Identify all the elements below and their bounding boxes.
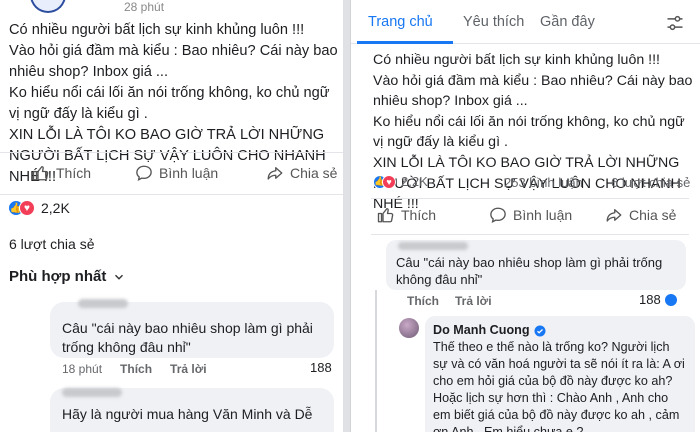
comment-like-button[interactable]: Thích bbox=[407, 294, 439, 308]
divider bbox=[0, 152, 343, 153]
thumbs-up-icon bbox=[377, 207, 394, 223]
comment-like-count: 188 bbox=[639, 292, 661, 307]
reply-author-row: Do Manh Cuong bbox=[433, 322, 687, 339]
divider bbox=[371, 198, 689, 199]
post-header: 28 phút bbox=[30, 0, 164, 14]
love-reaction-icon: ♥ bbox=[19, 200, 35, 216]
post-time: 28 phút bbox=[124, 0, 165, 14]
like-reaction-icon bbox=[664, 293, 677, 306]
comment-bubble: Hãy là người mua hàng Văn Minh và Dễ bbox=[50, 388, 334, 432]
tab-favorites[interactable]: Yêu thích bbox=[463, 14, 524, 30]
comment-like-button[interactable]: Thích bbox=[120, 362, 152, 376]
commenter-name-blurred bbox=[62, 388, 122, 397]
thumbs-up-icon bbox=[32, 165, 49, 181]
tab-recent[interactable]: Gần đây bbox=[540, 14, 595, 30]
comment-reply-button[interactable]: Trả lời bbox=[455, 294, 492, 308]
comment-icon bbox=[490, 207, 506, 223]
commenter-name-blurred bbox=[398, 242, 468, 250]
comment-reply-button[interactable]: Trả lời bbox=[170, 362, 207, 376]
comment-label: Bình luận bbox=[159, 165, 219, 181]
comment-actions: Thích Trả lời bbox=[407, 294, 492, 308]
like-button[interactable]: Thích bbox=[377, 206, 436, 224]
divider bbox=[371, 234, 689, 235]
comment-icon bbox=[136, 165, 152, 181]
comment-like-count: 188 bbox=[310, 360, 332, 375]
share-icon bbox=[267, 167, 283, 180]
like-label: Thích bbox=[56, 165, 92, 181]
chevron-down-icon bbox=[115, 274, 124, 280]
comment-bubble: Câu "cái này bao nhiêu shop làm gì phải … bbox=[50, 299, 334, 358]
share-count[interactable]: 6 lượt chia sẻ bbox=[9, 236, 94, 252]
comment-button[interactable]: Bình luận bbox=[135, 164, 218, 182]
verified-badge-icon bbox=[534, 325, 546, 336]
like-button[interactable]: Thích bbox=[32, 164, 91, 182]
active-tab-indicator bbox=[357, 41, 453, 44]
left-screenshot: 28 phút Có nhiều người bất lịch sự kinh … bbox=[0, 0, 343, 432]
reactions-summary[interactable]: 👍 ♥ 2,2K bbox=[8, 200, 70, 216]
share-label: Chia sẻ bbox=[629, 207, 677, 223]
love-reaction-icon: ♥ bbox=[382, 174, 396, 189]
comment-button[interactable]: Bình luận bbox=[489, 206, 572, 224]
reaction-count: 2,2K bbox=[41, 200, 70, 216]
reaction-count: 2,2K bbox=[401, 174, 428, 189]
comment-time: 18 phút bbox=[62, 362, 103, 376]
share-label: Chia sẻ bbox=[290, 165, 338, 181]
comment-text: Hãy là người mua hàng Văn Minh và Dễ bbox=[62, 406, 313, 422]
reactions-summary[interactable]: 👍 ♥ 2,2K bbox=[373, 174, 428, 189]
post-text: Có nhiều người bất lịch sự kinh khủng lu… bbox=[373, 52, 693, 213]
right-screenshot: Trang chủ Yêu thích Gần đây Có nhiều ngư… bbox=[350, 0, 700, 432]
comment-sort-dropdown[interactable]: Phù hợp nhất bbox=[9, 268, 126, 285]
reply-author-name[interactable]: Do Manh Cuong bbox=[433, 322, 530, 339]
comment-reaction-count[interactable]: 188 bbox=[639, 292, 677, 307]
commenter-name-blurred bbox=[78, 299, 128, 308]
comment-text: Câu "cái này bao nhiêu shop làm gì phải … bbox=[62, 320, 313, 355]
reply-bubble: Do Manh Cuong Thế theo e thế nào là trốn… bbox=[425, 316, 695, 432]
share-button[interactable]: Chia sẻ bbox=[605, 206, 676, 224]
divider bbox=[0, 194, 343, 195]
share-count[interactable]: 6 lượt chia sẻ bbox=[611, 175, 690, 190]
like-label: Thích bbox=[401, 207, 437, 223]
post-text: Có nhiều người bất lịch sự kinh khủng lu… bbox=[9, 22, 338, 185]
comment-text: Câu "cái này bao nhiêu shop làm gì phải … bbox=[396, 255, 663, 287]
share-icon bbox=[606, 209, 622, 222]
reply-avatar[interactable] bbox=[399, 318, 419, 338]
comment-bubble: Câu "cái này bao nhiêu shop làm gì phải … bbox=[386, 240, 686, 290]
comments-count[interactable]: 253 bình luận bbox=[504, 175, 583, 190]
feed-tabs: Trang chủ Yêu thích Gần đây bbox=[351, 0, 700, 44]
tab-home[interactable]: Trang chủ bbox=[368, 14, 433, 30]
comment-actions: 18 phút Thích Trả lời bbox=[62, 362, 207, 376]
reply-thread-line bbox=[375, 290, 377, 432]
avatar[interactable] bbox=[30, 0, 66, 13]
share-button[interactable]: Chia sẻ bbox=[266, 164, 337, 182]
reply-text: Thế theo e thế nào là trống ko? Người lị… bbox=[433, 340, 685, 432]
sort-label: Phù hợp nhất bbox=[9, 268, 107, 285]
comment-reaction-count[interactable]: 188 bbox=[310, 360, 332, 375]
filter-settings-icon[interactable] bbox=[665, 13, 685, 33]
comment-label: Bình luận bbox=[513, 207, 573, 223]
